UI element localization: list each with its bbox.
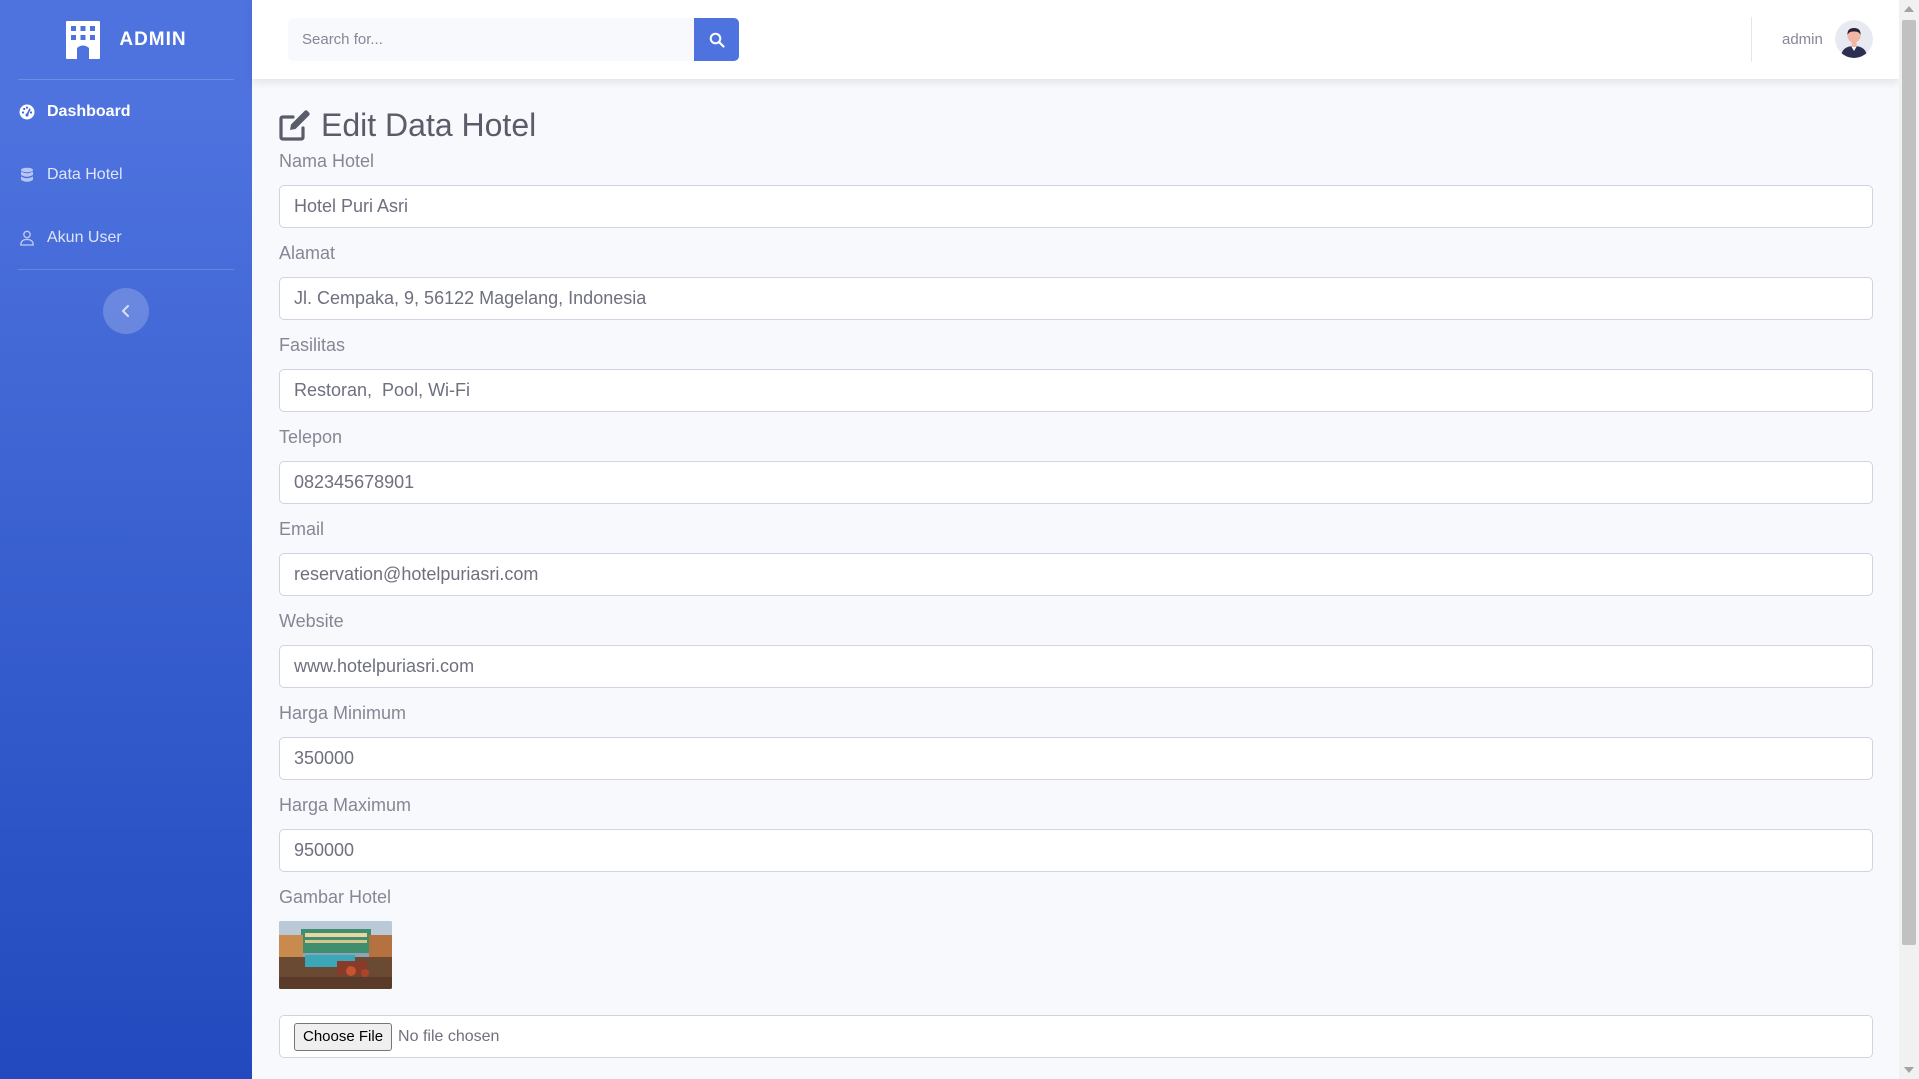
alamat-field[interactable] xyxy=(279,277,1873,320)
harga-minimum-field[interactable] xyxy=(279,737,1873,780)
user-icon xyxy=(20,230,34,246)
page-title-text: Edit Data Hotel xyxy=(321,106,537,143)
sidebar-item-label: Akun User xyxy=(47,228,122,246)
main-content: Edit Data Hotel Nama Hotel Alamat Fasili… xyxy=(279,104,1873,1072)
sidebar-item-data-hotel[interactable]: Data Hotel xyxy=(0,143,252,206)
user-name: admin xyxy=(1782,30,1823,48)
field-label: Nama Hotel xyxy=(279,151,375,171)
sidebar: ADMIN Dashboard Data Hotel Akun User xyxy=(0,0,252,1079)
search-bar xyxy=(288,18,739,61)
choose-file-button[interactable]: Choose File xyxy=(294,1022,393,1051)
chevron-left-icon xyxy=(122,305,129,317)
sidebar-item-akun-user[interactable]: Akun User xyxy=(0,206,252,269)
user-dropdown[interactable]: admin xyxy=(1782,20,1873,58)
topbar: admin xyxy=(252,0,1899,79)
scroll-down-icon[interactable] xyxy=(1904,1067,1914,1073)
field-label: Website xyxy=(279,611,344,631)
fasilitas-field[interactable] xyxy=(279,369,1873,412)
database-icon xyxy=(21,167,33,182)
form-group-gambar-hotel: Gambar Hotel Choose File No file chosen xyxy=(279,886,1873,1058)
topbar-divider xyxy=(1751,17,1752,62)
sidebar-brand[interactable]: ADMIN xyxy=(0,0,252,79)
avatar-icon xyxy=(1834,20,1873,58)
scrollbar-thumb[interactable] xyxy=(1902,20,1916,945)
scroll-up-icon[interactable] xyxy=(1904,6,1914,12)
field-label: Email xyxy=(279,519,325,539)
harga-maximum-field[interactable] xyxy=(279,829,1873,872)
form-group-email: Email xyxy=(279,518,1873,596)
form-group-website: Website xyxy=(279,610,1873,688)
form-group-telepon: Telepon xyxy=(279,426,1873,504)
sidebar-item-dashboard[interactable]: Dashboard xyxy=(0,80,252,143)
field-label: Telepon xyxy=(279,427,343,447)
file-status-text: No file chosen xyxy=(398,1027,500,1045)
file-upload-field[interactable]: Choose File No file chosen xyxy=(279,1015,1873,1058)
avatar xyxy=(1834,20,1873,58)
edit-icon xyxy=(279,110,310,141)
website-field[interactable] xyxy=(279,645,1873,688)
form-group-harga-maximum: Harga Maximum xyxy=(279,794,1873,872)
field-label: Alamat xyxy=(279,243,336,263)
telepon-field[interactable] xyxy=(279,461,1873,504)
sidebar-toggle-button[interactable] xyxy=(103,288,149,334)
sidebar-item-label: Dashboard xyxy=(47,102,131,120)
search-button[interactable] xyxy=(694,18,739,61)
form-group-fasilitas: Fasilitas xyxy=(279,334,1873,412)
sidebar-item-label: Data Hotel xyxy=(47,165,123,183)
hotel-photo-image xyxy=(279,921,392,989)
search-icon xyxy=(709,32,725,48)
form-group-harga-minimum: Harga Minimum xyxy=(279,702,1873,780)
search-input[interactable] xyxy=(288,18,694,61)
nama-hotel-field[interactable] xyxy=(279,185,1873,228)
tachometer-icon xyxy=(19,104,35,119)
page-title: Edit Data Hotel xyxy=(279,104,1873,146)
field-label: Gambar Hotel xyxy=(279,887,392,907)
field-label: Fasilitas xyxy=(279,335,346,355)
field-label: Harga Minimum xyxy=(279,703,407,723)
brand-title: ADMIN xyxy=(119,28,187,50)
email-field[interactable] xyxy=(279,553,1873,596)
field-label: Harga Maximum xyxy=(279,795,412,815)
page-scrollbar[interactable] xyxy=(1899,0,1919,1079)
form-group-alamat: Alamat xyxy=(279,242,1873,320)
hotel-image-preview xyxy=(279,921,392,989)
hotel-icon xyxy=(66,20,101,59)
form-group-nama-hotel: Nama Hotel xyxy=(279,150,1873,228)
sidebar-toggle-wrap xyxy=(0,270,252,334)
